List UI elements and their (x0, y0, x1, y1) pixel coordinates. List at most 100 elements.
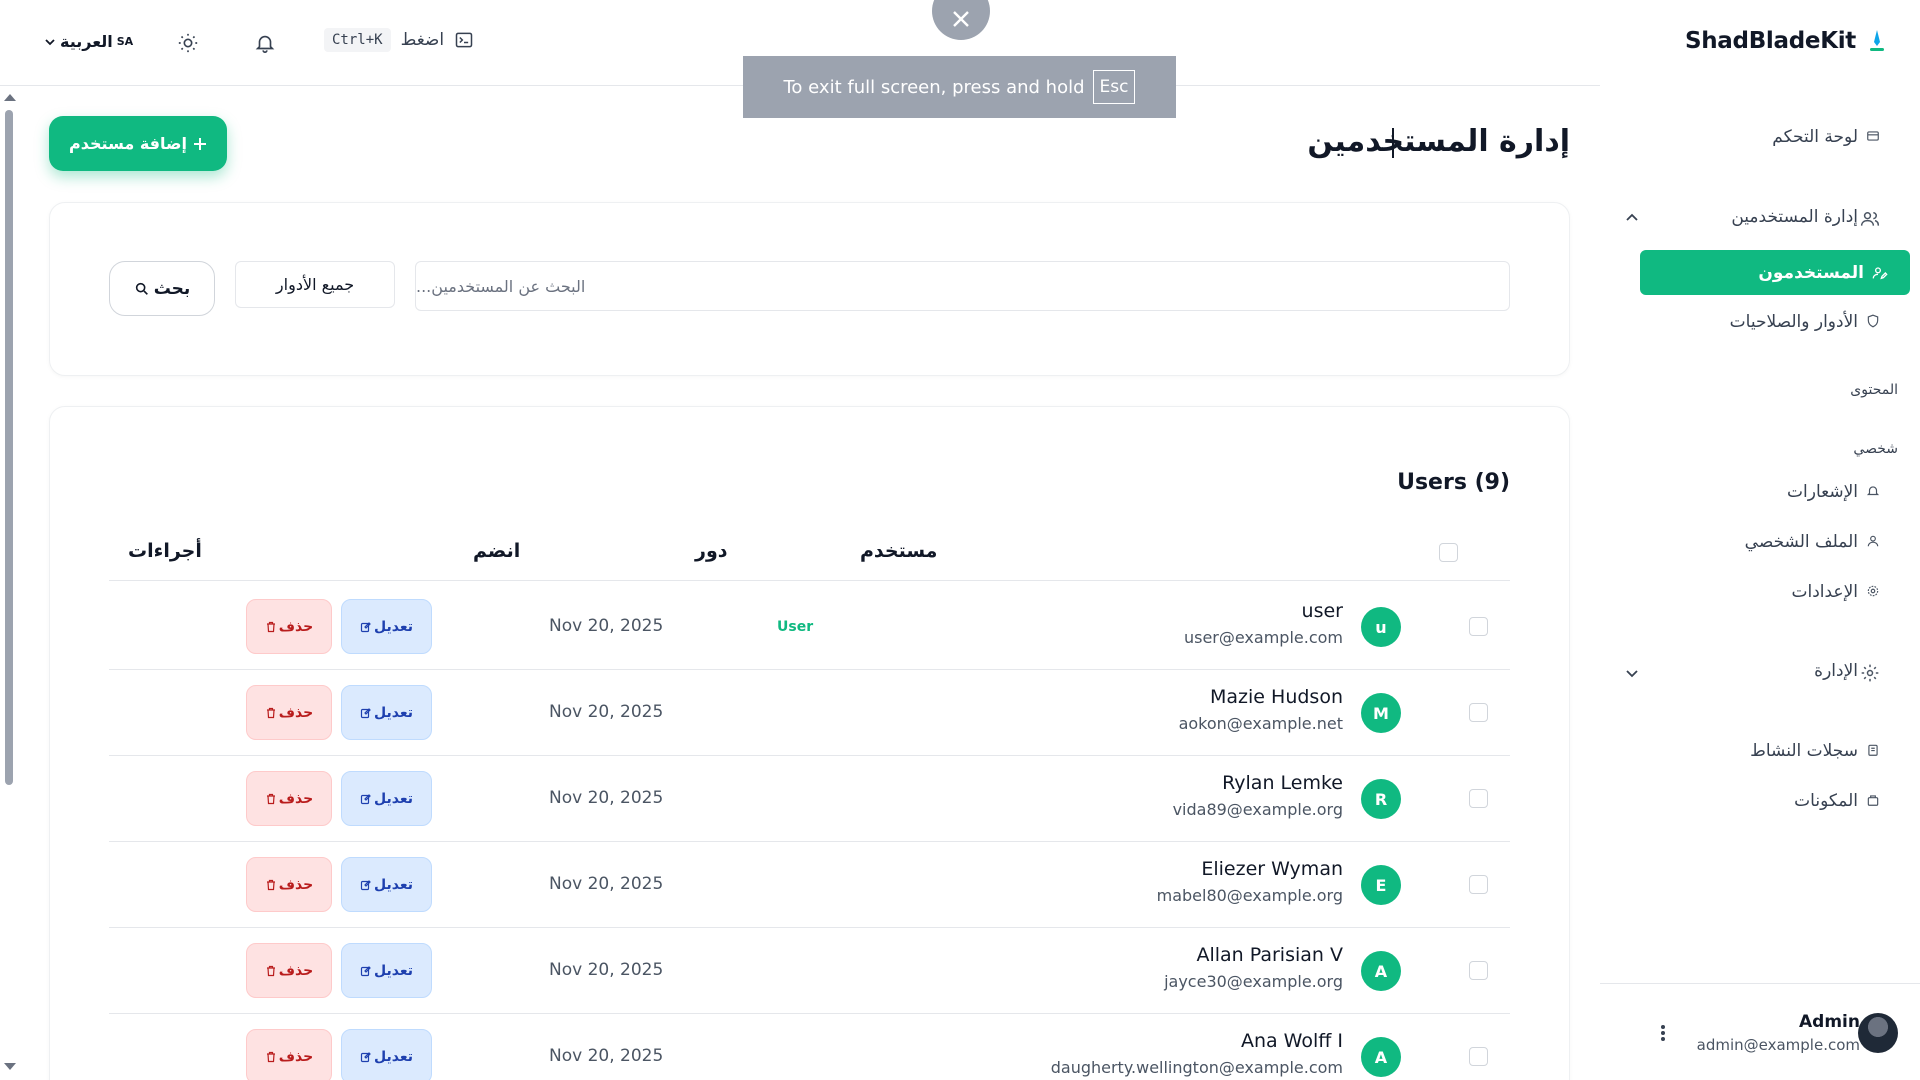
user-email: user@example.com (1183, 628, 1343, 647)
avatar: A (1361, 1037, 1401, 1077)
delete-button[interactable]: حذف (246, 599, 332, 654)
row-checkbox[interactable] (1469, 875, 1488, 894)
edit-icon (360, 621, 372, 633)
sidebar-item-label: إدارة المستخدمين (1731, 207, 1858, 227)
joined-date: Nov 20, 2025 (549, 616, 664, 636)
delete-label: حذف (278, 876, 314, 893)
row-checkbox[interactable] (1469, 617, 1488, 636)
chevron-up-icon[interactable] (1624, 210, 1640, 226)
row-checkbox[interactable] (1469, 789, 1488, 808)
sidebar-group-administration[interactable]: الإدارة (1814, 661, 1880, 682)
column-header-joined: انضم (473, 540, 521, 562)
sidebar-item-activity-logs[interactable]: سجلات النشاط (1750, 741, 1880, 761)
delete-button[interactable]: حذف (246, 771, 332, 826)
column-header-actions: أجراءات (128, 540, 202, 562)
shortcut-key: Ctrl+K (324, 28, 391, 52)
user-email: aokon@example.net (1178, 714, 1343, 733)
edit-button[interactable]: تعديل (341, 1029, 432, 1080)
fullscreen-exit-banner: To exit full screen, press and hold Esc (743, 56, 1176, 118)
delete-label: حذف (278, 704, 314, 721)
avatar-initial: A (1374, 961, 1388, 981)
brand[interactable]: ShadBladeKit (1685, 28, 1890, 54)
command-palette-trigger[interactable]: Ctrl+K اضغط (324, 28, 474, 52)
joined-date: Nov 20, 2025 (549, 960, 664, 980)
edit-button[interactable]: تعديل (341, 599, 432, 654)
sidebar-item-label: الملف الشخصي (1744, 532, 1858, 552)
sidebar-group-user-management[interactable]: إدارة المستخدمين (1731, 207, 1880, 227)
table-row: u user user@example.com User Nov 20, 202… (109, 583, 1510, 669)
sidebar-item-components[interactable]: المكونات (1794, 791, 1880, 811)
admin-email: admin@example.com (1696, 1036, 1860, 1054)
delete-button[interactable]: حذف (246, 1029, 332, 1080)
sidebar-item-dashboard[interactable]: لوحة التحكم (1772, 127, 1880, 147)
trash-icon (265, 621, 277, 633)
scrollbar-thumb[interactable] (5, 110, 13, 785)
sidebar-item-label: الإشعارات (1787, 482, 1858, 502)
row-checkbox[interactable] (1469, 703, 1488, 722)
sidebar-item-notifications[interactable]: الإشعارات (1787, 482, 1880, 502)
chevron-down-icon[interactable] (1624, 665, 1640, 681)
row-checkbox[interactable] (1469, 1047, 1488, 1066)
select-all-checkbox[interactable] (1439, 543, 1458, 562)
avatar: M (1361, 693, 1401, 733)
avatar-initial: A (1374, 1047, 1388, 1067)
sidebar-footer: Admin admin@example.com (1600, 983, 1920, 1080)
edit-button[interactable]: تعديل (341, 943, 432, 998)
edit-label: تعديل (374, 704, 413, 721)
brand-logo-icon (1864, 28, 1890, 54)
avatar-initial: M (1373, 703, 1389, 723)
edit-icon (360, 965, 372, 977)
package-icon (1864, 793, 1880, 809)
fullscreen-message: To exit full screen, press and hold (783, 76, 1085, 98)
sidebar-item-label: لوحة التحكم (1772, 127, 1858, 147)
edit-label: تعديل (374, 618, 413, 635)
section-personal-label: شخصي (1853, 441, 1898, 457)
sidebar-item-settings[interactable]: الإعدادات (1791, 582, 1880, 602)
role-filter-select[interactable]: جميع الأدوار (235, 261, 395, 308)
avatar: E (1361, 865, 1401, 905)
avatar: R (1361, 779, 1401, 819)
sidebar-item-users[interactable]: المستخدمون (1640, 250, 1910, 295)
admin-name: Admin (1799, 1012, 1860, 1032)
more-vertical-icon[interactable] (1660, 1024, 1666, 1042)
sidebar-item-label: الإدارة (1814, 661, 1858, 681)
sidebar-item-label: المكونات (1794, 791, 1858, 811)
text-caret (1392, 128, 1394, 158)
avatar[interactable] (1858, 1013, 1898, 1053)
language-code: SA (116, 35, 134, 48)
edit-button[interactable]: تعديل (341, 685, 432, 740)
delete-button[interactable]: حذف (246, 857, 332, 912)
edit-button[interactable]: تعديل (341, 857, 432, 912)
delete-button[interactable]: حذف (246, 685, 332, 740)
sidebar-item-roles[interactable]: الأدوار والصلاحيات (1730, 312, 1880, 332)
add-user-button[interactable]: إضافة مستخدم (49, 116, 227, 171)
edit-label: تعديل (374, 962, 413, 979)
delete-label: حذف (278, 1048, 314, 1065)
bell-icon[interactable] (254, 32, 276, 54)
avatar: u (1361, 607, 1401, 647)
users-icon (1860, 209, 1880, 226)
sidebar-item-label: الإعدادات (1791, 582, 1858, 602)
shortcut-press-label: اضغط (400, 30, 445, 50)
theme-toggle-sun-icon[interactable] (177, 32, 199, 54)
avatar-initial: E (1375, 875, 1387, 895)
edit-icon (360, 879, 372, 891)
delete-button[interactable]: حذف (246, 943, 332, 998)
joined-date: Nov 20, 2025 (549, 874, 664, 894)
search-placeholder: البحث عن المستخدمين... (416, 276, 586, 296)
edit-icon (360, 793, 372, 805)
row-checkbox[interactable] (1469, 961, 1488, 980)
scroll-down-arrow[interactable] (4, 1063, 16, 1070)
page-title: إدارة المستخدمين (1307, 124, 1570, 159)
language-switcher[interactable]: العربية SA (44, 32, 133, 51)
user-name: Eliezer Wyman (1201, 858, 1343, 880)
joined-date: Nov 20, 2025 (549, 702, 664, 722)
search-button-label: بحث (153, 278, 191, 299)
search-input[interactable]: البحث عن المستخدمين... (415, 261, 1510, 311)
sidebar: ShadBladeKit لوحة التحكم إدارة المستخدمي… (1600, 0, 1920, 1080)
edit-button[interactable]: تعديل (341, 771, 432, 826)
scroll-up-arrow[interactable] (4, 94, 16, 101)
sidebar-item-profile[interactable]: الملف الشخصي (1745, 532, 1880, 552)
sidebar-item-label: المستخدمون (1758, 262, 1864, 283)
search-button[interactable]: بحث (109, 261, 215, 316)
